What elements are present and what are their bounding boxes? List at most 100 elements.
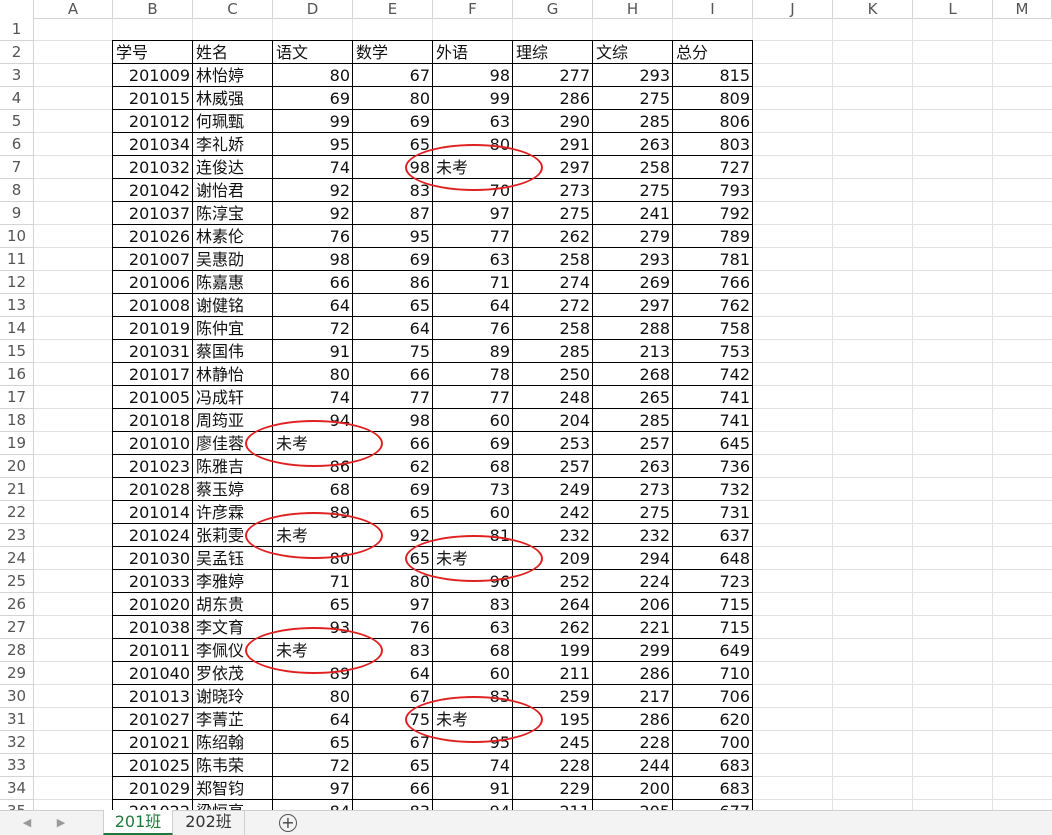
row-header-8[interactable]: 8 [0,179,34,202]
cell-b25[interactable]: 201033 [113,570,193,593]
column-header-k[interactable]: K [833,0,913,18]
cell-b7[interactable]: 201032 [113,156,193,179]
cell-f29[interactable]: 60 [433,662,513,685]
cell-f7[interactable]: 未考 [433,156,513,179]
cell-h34[interactable]: 200 [593,777,673,800]
row-header-6[interactable]: 6 [0,133,34,156]
cell-c13[interactable]: 谢健铭 [193,294,273,317]
row-header-32[interactable]: 32 [0,731,34,754]
cell-h25[interactable]: 224 [593,570,673,593]
cell-b2[interactable]: 学号 [113,41,193,64]
row-header-26[interactable]: 26 [0,593,34,616]
cell-c7[interactable]: 连俊达 [193,156,273,179]
cell-i2[interactable]: 总分 [673,41,753,64]
cell-b15[interactable]: 201031 [113,340,193,363]
row-header-1[interactable]: 1 [0,18,34,41]
cell-e27[interactable]: 76 [353,616,433,639]
row-header-28[interactable]: 28 [0,639,34,662]
cell-h12[interactable]: 269 [593,271,673,294]
cell-f20[interactable]: 68 [433,455,513,478]
cell-h2[interactable]: 文综 [593,41,673,64]
cell-b4[interactable]: 201015 [113,87,193,110]
cell-h8[interactable]: 275 [593,179,673,202]
cell-f16[interactable]: 78 [433,363,513,386]
row-header-12[interactable]: 12 [0,271,34,294]
cell-i27[interactable]: 715 [673,616,753,639]
cell-g31[interactable]: 195 [513,708,593,731]
cell-e26[interactable]: 97 [353,593,433,616]
cell-e11[interactable]: 69 [353,248,433,271]
cell-i11[interactable]: 781 [673,248,753,271]
cell-b21[interactable]: 201028 [113,478,193,501]
column-header-d[interactable]: D [273,0,353,18]
cell-i21[interactable]: 732 [673,478,753,501]
cell-d8[interactable]: 92 [273,179,353,202]
cell-g35[interactable]: 211 [513,800,593,810]
cell-e15[interactable]: 75 [353,340,433,363]
cell-e20[interactable]: 62 [353,455,433,478]
cell-h27[interactable]: 221 [593,616,673,639]
column-header-a[interactable]: A [34,0,113,18]
row-header-11[interactable]: 11 [0,248,34,271]
cell-i34[interactable]: 683 [673,777,753,800]
cell-e18[interactable]: 98 [353,409,433,432]
cell-f3[interactable]: 98 [433,64,513,87]
cell-d28[interactable]: 未考 [273,639,353,662]
column-header-m[interactable]: M [993,0,1052,18]
cell-d6[interactable]: 95 [273,133,353,156]
column-header-l[interactable]: L [913,0,993,18]
cell-b3[interactable]: 201009 [113,64,193,87]
cell-c25[interactable]: 李雅婷 [193,570,273,593]
cell-g14[interactable]: 258 [513,317,593,340]
cell-g20[interactable]: 257 [513,455,593,478]
cell-f13[interactable]: 64 [433,294,513,317]
cell-e13[interactable]: 65 [353,294,433,317]
cell-b33[interactable]: 201025 [113,754,193,777]
cell-b26[interactable]: 201020 [113,593,193,616]
cell-h29[interactable]: 286 [593,662,673,685]
cell-g30[interactable]: 259 [513,685,593,708]
cell-f9[interactable]: 97 [433,202,513,225]
cell-d23[interactable]: 未考 [273,524,353,547]
cell-b11[interactable]: 201007 [113,248,193,271]
cell-f2[interactable]: 外语 [433,41,513,64]
cell-i28[interactable]: 649 [673,639,753,662]
cell-c2[interactable]: 姓名 [193,41,273,64]
row-header-30[interactable]: 30 [0,685,34,708]
cell-d25[interactable]: 71 [273,570,353,593]
cell-b32[interactable]: 201021 [113,731,193,754]
row-header-33[interactable]: 33 [0,754,34,777]
cell-g6[interactable]: 291 [513,133,593,156]
cell-e10[interactable]: 95 [353,225,433,248]
cell-d13[interactable]: 64 [273,294,353,317]
cell-g32[interactable]: 245 [513,731,593,754]
cell-d20[interactable]: 86 [273,455,353,478]
cell-d3[interactable]: 80 [273,64,353,87]
cell-e33[interactable]: 65 [353,754,433,777]
cell-g27[interactable]: 262 [513,616,593,639]
cell-g24[interactable]: 209 [513,547,593,570]
cell-c15[interactable]: 蔡国伟 [193,340,273,363]
cell-e35[interactable]: 83 [353,800,433,810]
cell-c23[interactable]: 张莉雯 [193,524,273,547]
next-sheet-icon[interactable]: ▶ [52,814,70,832]
cell-e31[interactable]: 75 [353,708,433,731]
cell-d33[interactable]: 72 [273,754,353,777]
cell-e32[interactable]: 67 [353,731,433,754]
row-header-22[interactable]: 22 [0,501,34,524]
cell-e23[interactable]: 92 [353,524,433,547]
cell-i32[interactable]: 700 [673,731,753,754]
cell-c17[interactable]: 冯成轩 [193,386,273,409]
column-header-g[interactable]: G [513,0,593,18]
cell-b23[interactable]: 201024 [113,524,193,547]
row-header-24[interactable]: 24 [0,547,34,570]
cell-e14[interactable]: 64 [353,317,433,340]
cell-c12[interactable]: 陈嘉惠 [193,271,273,294]
cell-h10[interactable]: 279 [593,225,673,248]
cell-g4[interactable]: 286 [513,87,593,110]
cell-d22[interactable]: 89 [273,501,353,524]
cell-h7[interactable]: 258 [593,156,673,179]
cell-b14[interactable]: 201019 [113,317,193,340]
cell-c20[interactable]: 陈雅吉 [193,455,273,478]
cell-f10[interactable]: 77 [433,225,513,248]
